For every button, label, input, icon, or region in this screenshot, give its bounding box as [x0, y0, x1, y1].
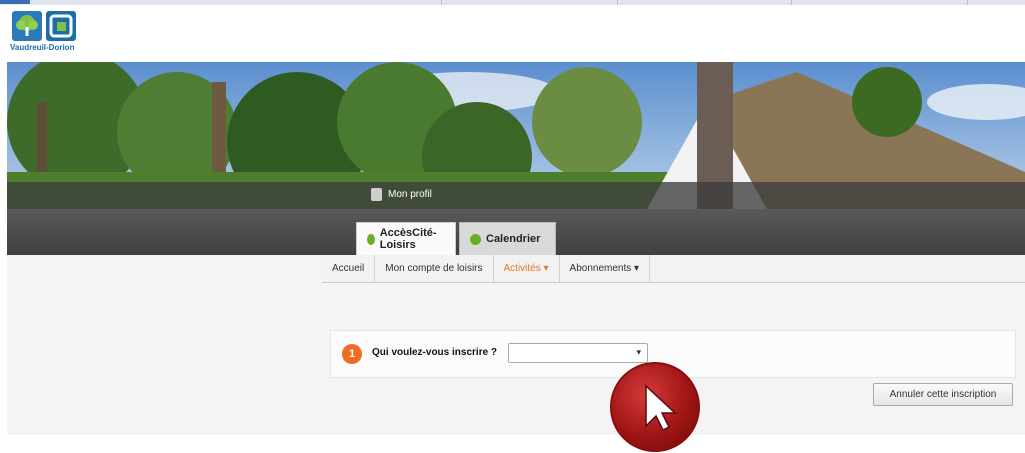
tree-logo-icon: [12, 11, 42, 41]
main-menu: Accueil Mon compte de loisirs Activités …: [322, 255, 1025, 283]
tab-calendrier[interactable]: Calendrier: [459, 222, 556, 255]
page-side-area: [7, 255, 322, 435]
step-number-badge: 1: [342, 344, 362, 364]
circle-dot-icon: [470, 233, 481, 245]
user-icon: [371, 188, 382, 201]
profile-bar: Mon profil: [7, 182, 1025, 209]
logo-text: Vaudreuil-Dorion: [10, 43, 75, 52]
circle-dot-icon: [367, 233, 375, 245]
strip-divider: [616, 0, 618, 5]
profile-link-label: Mon profil: [388, 189, 432, 200]
strip-divider: [790, 0, 792, 5]
participant-select[interactable]: ▾: [508, 343, 648, 363]
menu-item-activites[interactable]: Activités ▾: [494, 255, 560, 282]
browser-tab-indicator: [0, 0, 30, 4]
strip-divider: [966, 0, 968, 5]
tab-label: AccèsCité-Loisirs: [379, 227, 437, 251]
profile-link[interactable]: Mon profil: [371, 188, 432, 201]
menu-item-mon-compte[interactable]: Mon compte de loisirs: [375, 255, 494, 282]
tab-accescite-loisirs[interactable]: AccèsCité-Loisirs: [356, 222, 456, 255]
step-question: Qui voulez-vous inscrire ?: [372, 347, 498, 358]
strip-divider: [440, 0, 442, 5]
dropdown-arrow-icon: ▾: [636, 347, 641, 357]
browser-top-strip: [0, 0, 1025, 5]
cancel-registration-button[interactable]: Annuler cette inscription: [873, 383, 1013, 406]
city-emblem-icon: [46, 11, 76, 41]
menu-item-accueil[interactable]: Accueil: [322, 255, 376, 282]
cursor-highlight: [610, 362, 700, 452]
menu-item-abonnements[interactable]: Abonnements ▾: [560, 255, 651, 282]
tab-label: Calendrier: [486, 233, 541, 245]
mouse-pointer-icon: [645, 384, 677, 432]
site-logo[interactable]: Vaudreuil-Dorion: [8, 8, 88, 60]
